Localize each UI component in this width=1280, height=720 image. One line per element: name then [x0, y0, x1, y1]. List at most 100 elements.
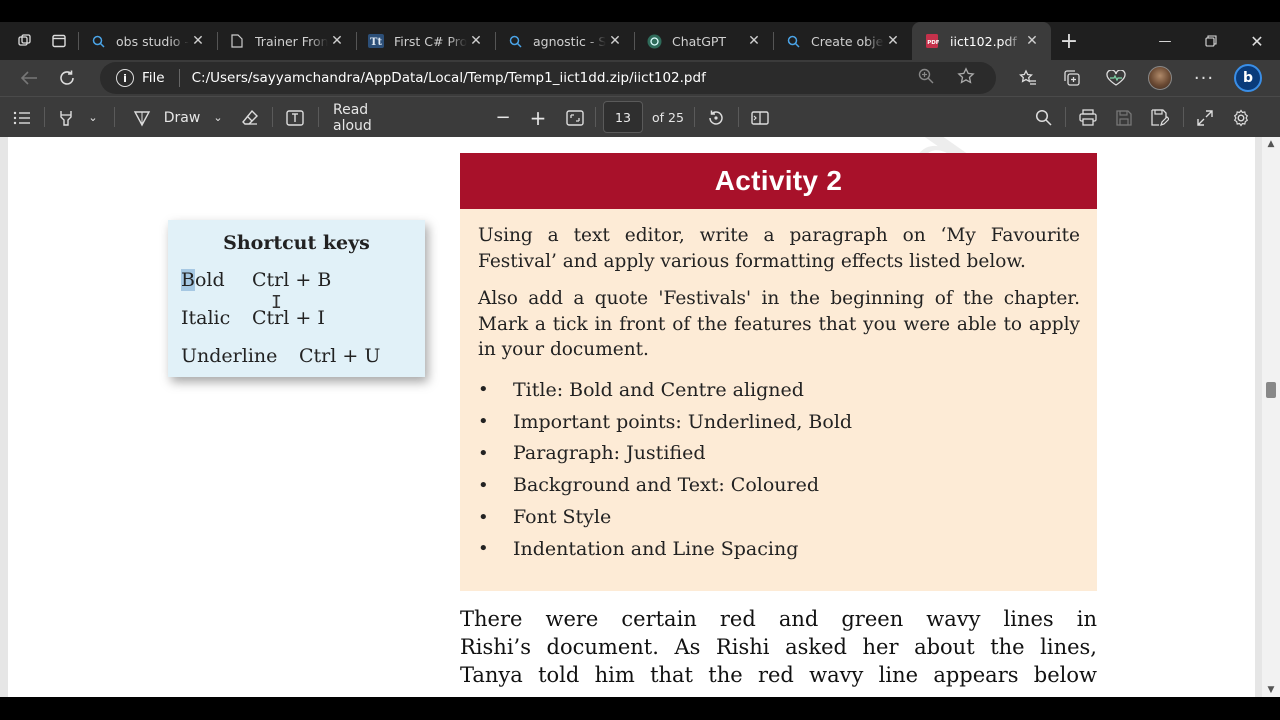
pdf-icon: PDF: [924, 33, 940, 49]
chevron-down-icon[interactable]: ⌄: [84, 97, 102, 138]
workspaces-icon[interactable]: [8, 26, 42, 56]
address-actions: [906, 62, 986, 94]
tab-title: Trainer Fronte: [255, 33, 328, 49]
list-item-text: Background and Text: Coloured: [513, 474, 820, 497]
list-item-text: Title: Bold and Centre aligned: [513, 378, 804, 401]
save-icon[interactable]: [1113, 97, 1135, 138]
new-tab-button[interactable]: +: [1051, 26, 1087, 56]
refresh-icon[interactable]: [48, 62, 86, 94]
tab-actions-icon[interactable]: [42, 26, 76, 56]
save-as-icon[interactable]: [1149, 97, 1171, 138]
svg-text:PDF: PDF: [927, 40, 939, 46]
close-icon[interactable]: ✕: [745, 33, 763, 49]
body-line: Tanya told him that the red wavy line ap…: [460, 663, 1097, 687]
activity-box: Activity 2 Using a text editor, write a …: [460, 153, 1097, 591]
settings-gear-icon[interactable]: [1230, 97, 1252, 138]
close-window-icon[interactable]: ✕: [1234, 22, 1280, 60]
search-icon: [507, 33, 523, 49]
search-icon[interactable]: [1032, 97, 1054, 138]
tab-first-csharp[interactable]: Tt First C# Progra ✕: [356, 22, 495, 60]
read-aloud-button[interactable]: Read aloud: [333, 97, 405, 138]
page-view-icon[interactable]: [749, 97, 771, 138]
draw-icon[interactable]: [130, 97, 154, 138]
page-total: of 25: [652, 110, 684, 125]
shortcut-keys: Ctrl + U: [299, 345, 381, 367]
tab-agnostic[interactable]: agnostic - Sea ✕: [495, 22, 634, 60]
close-icon[interactable]: ✕: [1023, 33, 1041, 49]
more-options-icon[interactable]: ···: [1182, 68, 1226, 89]
zoom-out-icon[interactable]: −: [493, 97, 513, 138]
copilot-icon[interactable]: b: [1226, 64, 1270, 92]
close-icon[interactable]: ✕: [189, 33, 207, 49]
tab-obs-studio[interactable]: obs studio - Se ✕: [78, 22, 217, 60]
tab-iict102-pdf[interactable]: PDF iict102.pdf ✕: [912, 22, 1051, 60]
scheme-label: File: [142, 70, 165, 86]
address-separator: [178, 69, 180, 87]
tab-title: Create object: [811, 33, 884, 49]
tab-separator: [78, 32, 79, 50]
profile-avatar[interactable]: [1138, 66, 1182, 90]
close-icon[interactable]: ✕: [884, 33, 902, 49]
shortcut-name: old: [194, 269, 225, 291]
favorites-icon[interactable]: [1006, 69, 1050, 87]
info-icon[interactable]: i: [116, 69, 134, 87]
shortcut-name: Underline: [181, 345, 278, 367]
page-number-input[interactable]: 13: [603, 101, 643, 133]
scrollbar-thumb[interactable]: [1266, 382, 1276, 398]
search-icon: [90, 33, 106, 49]
shortcut-name: Italic: [181, 307, 231, 329]
close-icon[interactable]: ✕: [467, 33, 485, 49]
shortcut-keys-box: Shortcut keys Bold Ctrl + B Italic Ctrl …: [168, 220, 425, 377]
eraser-icon[interactable]: [238, 97, 262, 138]
close-icon[interactable]: ✕: [328, 33, 346, 49]
zoom-in-icon[interactable]: +: [528, 97, 548, 138]
tab-separator: [495, 32, 496, 50]
scroll-up-icon[interactable]: ▲: [1262, 139, 1280, 149]
highlight-icon[interactable]: [54, 97, 78, 138]
scroll-down-icon[interactable]: ▼: [1262, 685, 1280, 695]
list-item-text: Indentation and Line Spacing: [513, 537, 799, 560]
bullet-icon: •: [478, 442, 489, 464]
chevron-down-icon[interactable]: ⌄: [209, 97, 227, 138]
tab-create-object[interactable]: Create object ✕: [773, 22, 912, 60]
tab-chatgpt[interactable]: ChatGPT ✕: [634, 22, 773, 60]
back-icon[interactable]: [10, 62, 48, 94]
restore-icon[interactable]: [1188, 22, 1234, 60]
tt-icon: Tt: [368, 33, 384, 49]
selected-text[interactable]: B: [181, 269, 195, 291]
list-item: • Background and Text: Coloured: [478, 469, 852, 501]
window-controls: — ✕: [1142, 22, 1280, 60]
activity-bullet-list: • Title: Bold and Centre aligned • Importa…: [478, 374, 852, 565]
vertical-scrollbar[interactable]: ▲ ▼: [1262, 137, 1280, 697]
pdf-viewer[interactable]: ublished Shortcut keys Bold Ctrl + B Ita…: [0, 137, 1280, 697]
collections-icon[interactable]: [1050, 69, 1094, 87]
list-item: • Font Style: [478, 501, 852, 533]
favorite-star-icon[interactable]: [946, 67, 986, 89]
tab-separator: [356, 32, 357, 50]
tab-title: agnostic - Sea: [533, 33, 606, 49]
fullscreen-icon[interactable]: [1194, 97, 1216, 138]
toolbar-separator: [114, 107, 115, 127]
list-item-text: Font Style: [513, 506, 612, 529]
rotate-icon[interactable]: [705, 97, 727, 138]
contents-icon[interactable]: [10, 97, 34, 138]
bullet-icon: •: [478, 411, 489, 433]
draw-button-label[interactable]: Draw: [162, 97, 202, 138]
fit-page-icon[interactable]: [564, 97, 586, 138]
address-bar[interactable]: i File C:/Users/sayyamchandra/AppData/Lo…: [100, 62, 996, 94]
tab-separator: [217, 32, 218, 50]
print-icon[interactable]: [1077, 97, 1099, 138]
address-row: i File C:/Users/sayyamchandra/AppData/Lo…: [0, 60, 1280, 96]
tab-title: First C# Progra: [394, 33, 467, 49]
tab-trainer-frontend[interactable]: Trainer Fronte ✕: [217, 22, 356, 60]
close-icon[interactable]: ✕: [606, 33, 624, 49]
page-icon: [229, 33, 245, 49]
toolbar-separator: [595, 107, 596, 127]
browser-essentials-icon[interactable]: [1094, 70, 1138, 86]
tab-strip: obs studio - Se ✕ Trainer Fronte ✕ Tt Fi…: [0, 22, 1280, 60]
text-box-icon[interactable]: [283, 97, 307, 138]
minimize-icon[interactable]: —: [1142, 22, 1188, 60]
activity-paragraph-1: Using a text editor, write a paragraph o…: [478, 225, 1080, 272]
zoom-icon[interactable]: [906, 68, 946, 88]
tab-separator: [634, 32, 635, 50]
